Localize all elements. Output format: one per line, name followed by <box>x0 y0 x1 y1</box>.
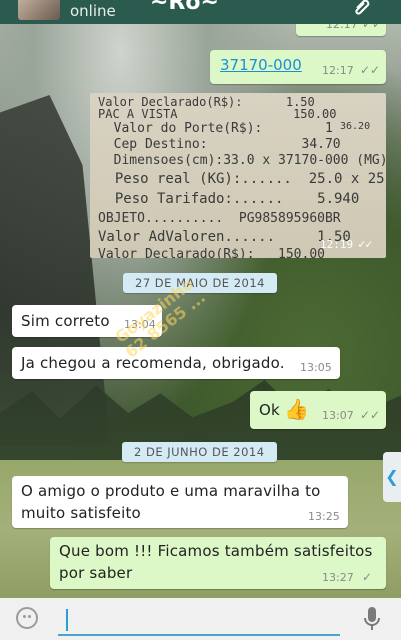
microphone-icon[interactable] <box>362 606 382 632</box>
receipt-photo[interactable]: Valor Declarado(R$): 1.50 PAC A VISTA 15… <box>90 93 386 258</box>
emoji-icon[interactable] <box>16 607 38 629</box>
receipt-side-value: 36.20 <box>340 121 371 132</box>
message-bubble-outgoing[interactable]: Ok 👍 13:07 ✓✓ <box>250 391 386 429</box>
message-time: 12:17 <box>322 64 354 77</box>
message-text: Ja chegou a recomenda, obrigado. <box>21 354 285 372</box>
side-panel-tab[interactable]: ❮ <box>383 452 401 502</box>
read-ticks-icon: ✓✓ <box>360 63 381 77</box>
cep-link[interactable]: 37170-000 <box>220 56 302 74</box>
contact-status: online <box>70 2 116 20</box>
read-ticks-icon: ✓✓ <box>360 408 381 422</box>
read-ticks-icon: ✓✓ <box>358 237 373 251</box>
receipt-line: Peso real (KG):...... 25.0 x 25. <box>98 171 386 187</box>
paperclip-icon[interactable] <box>351 0 373 20</box>
message-bubble-outgoing[interactable]: 37170-000 12:17 ✓✓ <box>210 50 386 84</box>
receipt-line: Valor Declarado(R$): 150.00 <box>98 247 325 258</box>
message-time: 13:27 <box>322 571 354 584</box>
message-bubble-incoming[interactable]: O amigo o produto e uma maravilha to mui… <box>12 476 348 528</box>
delivered-tick-icon: ✓ <box>362 570 373 584</box>
contact-avatar[interactable] <box>18 0 60 20</box>
receipt-line: Cep Destino: 34.70 <box>98 137 341 152</box>
receipt-line: Peso Tarifado:...... 5.940 <box>98 191 360 207</box>
thumbs-up-icon: 👍 <box>284 397 309 421</box>
message-text: O amigo o produto e uma maravilha to mui… <box>21 482 321 522</box>
message-input-bar <box>0 598 401 640</box>
message-input[interactable] <box>58 606 340 636</box>
receipt-line: Valor AdValoren...... 1.50 <box>98 229 351 245</box>
date-divider: 2 DE JUNHO DE 2014 <box>122 442 277 462</box>
contact-name[interactable]: ~Ro~ <box>150 0 219 15</box>
message-bubble-incoming[interactable]: Ja chegou a recomenda, obrigado. 13:05 <box>12 347 340 379</box>
message-time: 13:25 <box>308 510 340 523</box>
message-time: 13:07 <box>322 409 354 422</box>
chevron-left-icon: ❮ <box>385 467 399 486</box>
receipt-line: OBJETO.......... PG985895960BR <box>98 211 341 226</box>
receipt-line: PAC A VISTA 150.00 <box>98 107 337 121</box>
message-text: Ok <box>259 401 280 419</box>
chat-header: online ~Ro~ <box>0 0 401 24</box>
receipt-line: Dimensoes(cm):33.0 x 37170-000 (MG) <box>98 153 386 168</box>
message-time: 13:05 <box>300 361 332 374</box>
message-time: 12:19 <box>320 238 354 251</box>
receipt-line: Valor do Porte(R$): 1 <box>98 121 333 136</box>
text-cursor <box>66 609 68 631</box>
message-text: Sim correto <box>21 312 110 330</box>
message-bubble-outgoing[interactable]: Que bom !!! Ficamos também satisfeitos p… <box>50 537 386 589</box>
